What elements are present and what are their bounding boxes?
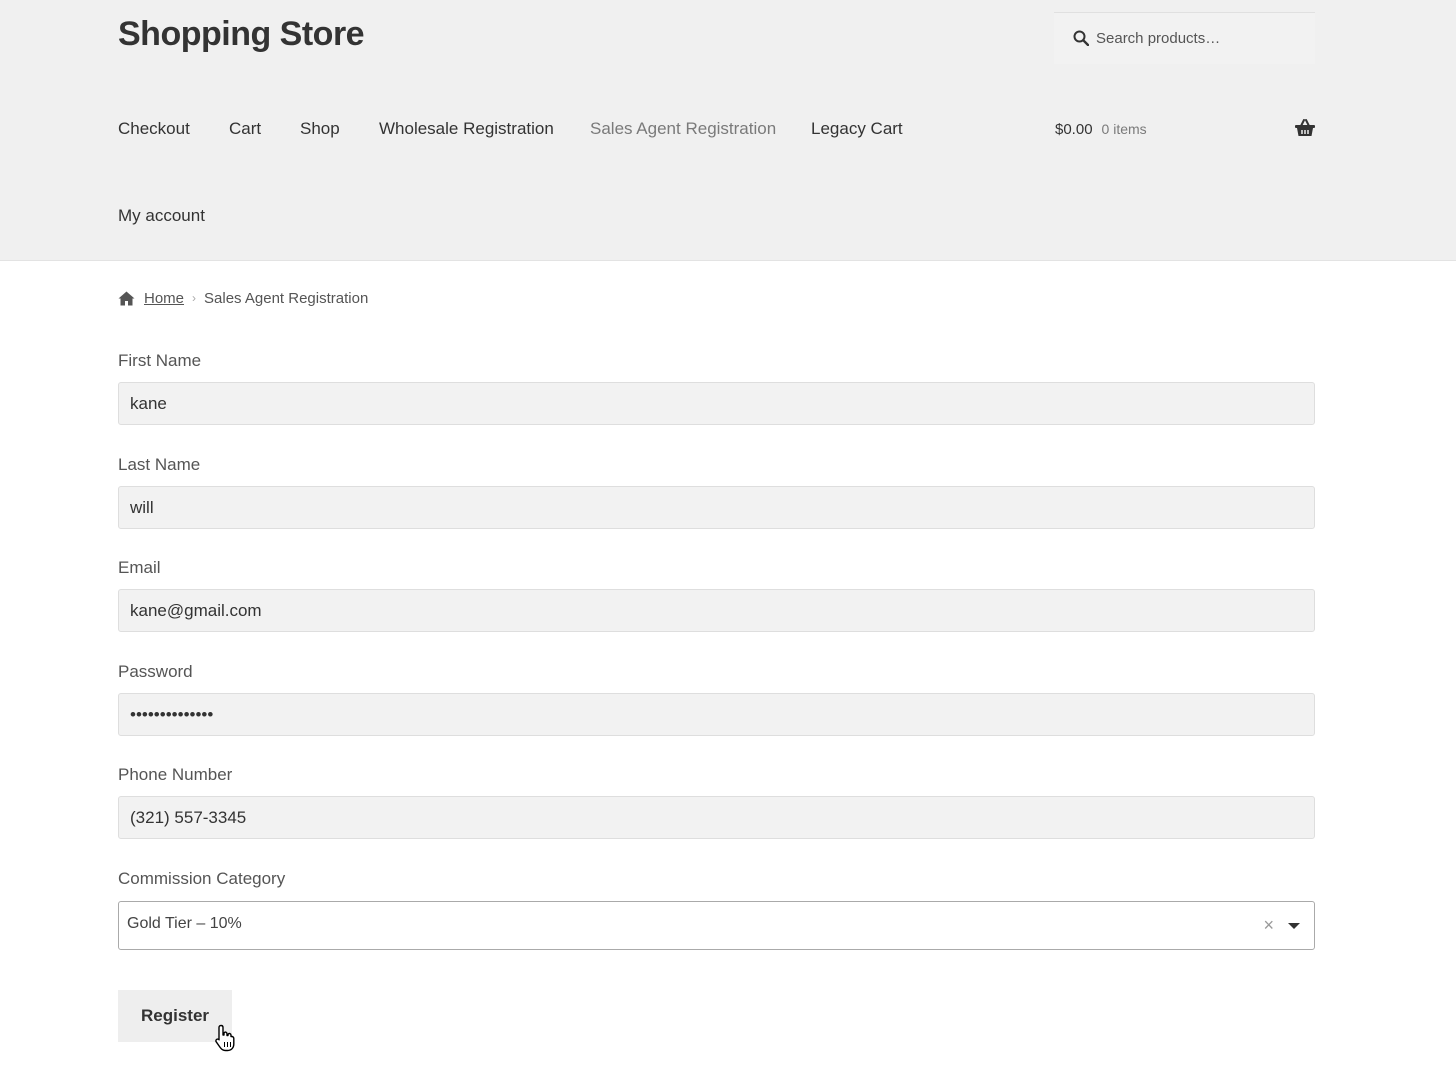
last-name-input[interactable]	[118, 486, 1315, 529]
email-label: Email	[118, 558, 161, 577]
cart-amount: $0.00	[1055, 120, 1093, 138]
email-input[interactable]	[118, 589, 1315, 632]
last-name-field: Last Name	[118, 454, 1315, 529]
breadcrumb: Home › Sales Agent Registration	[118, 287, 368, 309]
password-field: Password	[118, 661, 1315, 736]
cart-count: 0 items	[1101, 121, 1147, 137]
phone-number-label: Phone Number	[118, 765, 233, 784]
nav-item-legacy-cart[interactable]: Legacy Cart	[811, 110, 903, 148]
phone-number-input[interactable]	[118, 796, 1315, 839]
breadcrumb-separator: ›	[192, 291, 197, 305]
commission-category-label: Commission Category	[118, 869, 286, 888]
commission-category-field: Commission Category	[118, 868, 1315, 890]
nav-item-sales-agent-registration[interactable]: Sales Agent Registration	[590, 110, 776, 148]
nav-item-shop[interactable]: Shop	[300, 110, 340, 148]
commission-category-select[interactable]: Gold Tier – 10% ×	[118, 901, 1315, 950]
clear-selection-icon[interactable]: ×	[1263, 913, 1274, 937]
basket-icon	[1295, 119, 1315, 136]
product-search	[1054, 12, 1315, 64]
search-input[interactable]	[1096, 23, 1306, 53]
nav-item-wholesale-registration[interactable]: Wholesale Registration	[379, 110, 554, 148]
header-cart[interactable]: $0.00 0 items	[1055, 110, 1315, 148]
nav-item-cart[interactable]: Cart	[229, 110, 261, 148]
password-input[interactable]	[118, 693, 1315, 736]
search-icon	[1073, 30, 1089, 46]
commission-category-value: Gold Tier – 10%	[127, 915, 242, 932]
first-name-label: First Name	[118, 351, 202, 370]
register-button[interactable]: Register	[118, 990, 232, 1042]
home-icon	[118, 291, 135, 305]
breadcrumb-current: Sales Agent Registration	[204, 289, 369, 307]
nav-item-checkout[interactable]: Checkout	[118, 110, 190, 148]
first-name-field: First Name	[118, 350, 1315, 425]
site-header: Shopping Store Checkout Cart Shop Wholes…	[0, 0, 1456, 261]
breadcrumb-home-link[interactable]: Home	[144, 290, 184, 307]
first-name-input[interactable]	[118, 382, 1315, 425]
last-name-label: Last Name	[118, 455, 201, 474]
phone-number-field: Phone Number	[118, 764, 1315, 839]
email-field: Email	[118, 557, 1315, 632]
site-title[interactable]: Shopping Store	[118, 12, 365, 56]
chevron-down-icon[interactable]	[1288, 923, 1300, 929]
nav-item-my-account[interactable]: My account	[118, 197, 205, 235]
password-label: Password	[118, 662, 193, 681]
